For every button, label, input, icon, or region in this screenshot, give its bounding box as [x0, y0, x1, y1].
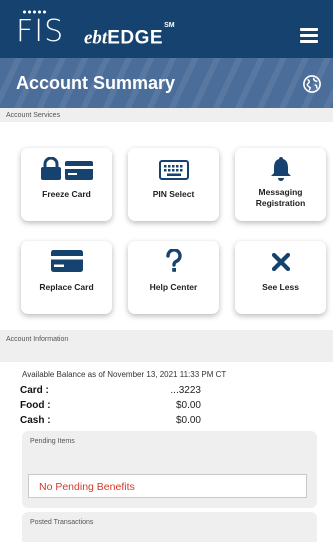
- card-value: ...3223: [170, 385, 201, 396]
- keyboard-icon: [128, 160, 219, 180]
- close-icon: [235, 251, 326, 273]
- menu-line: [300, 34, 318, 37]
- brand-prefix: ebt: [84, 27, 108, 49]
- balance-caption: Available Balance as of November 13, 202…: [22, 370, 227, 379]
- brand-mark: SM: [164, 22, 175, 29]
- app-header: FIS ebtEDGESM: [0, 0, 333, 58]
- pin-select-button[interactable]: PIN Select: [128, 148, 219, 221]
- food-balance: $0.00: [175, 400, 201, 411]
- question-icon: [128, 247, 219, 275]
- account-services-label: Account Services: [6, 112, 61, 119]
- card-label: Card :: [20, 385, 49, 396]
- posted-transactions-panel: [22, 512, 317, 542]
- posted-transactions-title: Posted Transactions: [30, 519, 94, 526]
- pending-items-title: Pending Items: [30, 438, 75, 445]
- cash-balance: $0.00: [175, 415, 201, 426]
- messaging-registration-button[interactable]: Messaging Registration: [235, 148, 326, 221]
- help-center-label: Help Center: [149, 282, 198, 292]
- cash-label: Cash :: [20, 415, 51, 426]
- account-services-bar: Account Services: [0, 108, 333, 122]
- food-label: Food :: [20, 400, 51, 411]
- messaging-registration-label: Messaging Registration: [255, 187, 306, 208]
- bell-icon: [235, 156, 326, 182]
- see-less-label: See Less: [262, 282, 299, 292]
- card-icon: [21, 249, 112, 273]
- pending-message-box: No Pending Benefits: [28, 474, 307, 498]
- brand-name: EDGE: [107, 27, 164, 49]
- title-bar: Account Summary: [0, 58, 333, 108]
- see-less-button[interactable]: See Less: [235, 241, 326, 314]
- globe-icon[interactable]: [303, 75, 321, 93]
- fis-logo: FIS: [16, 14, 65, 49]
- menu-line: [300, 40, 318, 43]
- ebtedge-logo: ebtEDGESM: [84, 22, 175, 49]
- pin-select-label: PIN Select: [152, 189, 195, 199]
- freeze-card-button[interactable]: Freeze Card: [21, 148, 112, 221]
- page-title: Account Summary: [16, 73, 176, 93]
- replace-card-button[interactable]: Replace Card: [21, 241, 112, 314]
- account-information-bar: Account Information: [0, 330, 333, 362]
- lock-card-icon: [21, 156, 112, 182]
- no-pending-benefits-text: No Pending Benefits: [39, 481, 135, 493]
- menu-line: [300, 28, 318, 31]
- hamburger-menu-icon[interactable]: [300, 28, 318, 43]
- replace-card-label: Replace Card: [39, 282, 94, 292]
- help-center-button[interactable]: Help Center: [128, 241, 219, 314]
- account-information-label: Account Information: [6, 336, 69, 343]
- freeze-card-label: Freeze Card: [42, 189, 91, 199]
